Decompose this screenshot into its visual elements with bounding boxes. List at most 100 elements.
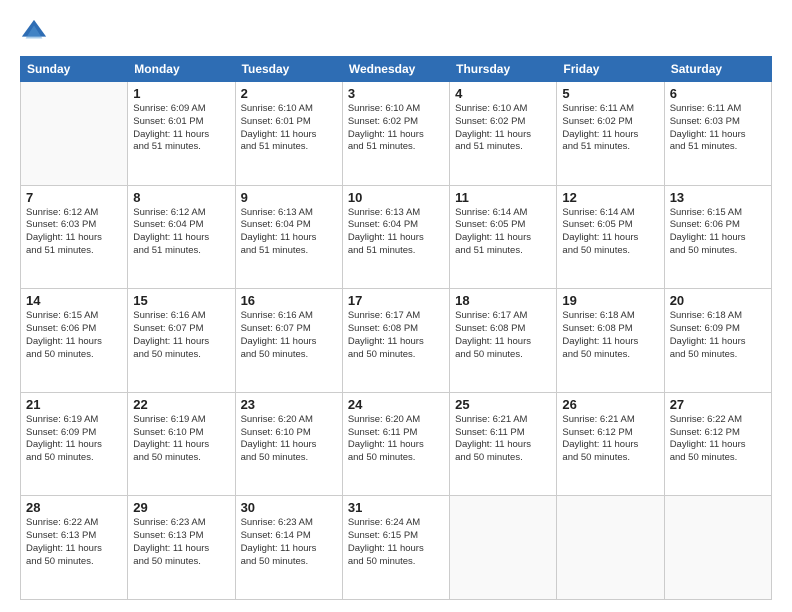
day-number: 2 [241, 86, 337, 101]
calendar-cell: 11 Sunrise: 6:14 AMSunset: 6:05 PMDayligh… [450, 185, 557, 289]
calendar-header-row: SundayMondayTuesdayWednesdayThursdayFrid… [21, 57, 772, 82]
cell-info: Sunrise: 6:22 AMSunset: 6:12 PMDaylight:… [670, 414, 766, 465]
cell-info: Sunrise: 6:19 AMSunset: 6:10 PMDaylight:… [133, 414, 229, 465]
day-number: 31 [348, 500, 444, 515]
calendar-cell: 5 Sunrise: 6:11 AMSunset: 6:02 PMDaylight… [557, 82, 664, 186]
day-number: 30 [241, 500, 337, 515]
cell-info: Sunrise: 6:11 AMSunset: 6:02 PMDaylight:… [562, 103, 658, 154]
calendar-cell [21, 82, 128, 186]
calendar-cell: 13Sunrise: 6:15 AMSunset: 6:06 PMDayligh… [664, 185, 771, 289]
calendar-cell: 10 Sunrise: 6:13 AMSunset: 6:04 PMDayligh… [342, 185, 449, 289]
calendar-cell: 22 Sunrise: 6:19 AMSunset: 6:10 PMDayligh… [128, 392, 235, 496]
day-number: 3 [348, 86, 444, 101]
day-number: 4 [455, 86, 551, 101]
calendar-cell: 18Sunrise: 6:17 AMSunset: 6:08 PMDayligh… [450, 289, 557, 393]
calendar-cell: 6 Sunrise: 6:11 AMSunset: 6:03 PMDaylight… [664, 82, 771, 186]
calendar-week-row: 1Sunrise: 6:09 AMSunset: 6:01 PMDaylight… [21, 82, 772, 186]
day-number: 13 [670, 190, 766, 205]
cell-info: Sunrise: 6:18 AMSunset: 6:09 PMDaylight:… [670, 310, 766, 361]
weekday-header: Sunday [21, 57, 128, 82]
day-number: 14 [26, 293, 122, 308]
cell-info: Sunrise: 6:09 AMSunset: 6:01 PMDaylight:… [133, 103, 229, 154]
day-number: 11 [455, 190, 551, 205]
calendar-cell: 31 Sunrise: 6:24 AMSunset: 6:15 PMDayligh… [342, 496, 449, 600]
calendar-cell [664, 496, 771, 600]
cell-info: Sunrise: 6:20 AMSunset: 6:10 PMDaylight:… [241, 414, 337, 465]
cell-info: Sunrise: 6:15 AMSunset: 6:06 PMDaylight:… [26, 310, 122, 361]
day-number: 20 [670, 293, 766, 308]
calendar-cell: 14 Sunrise: 6:15 AMSunset: 6:06 PMDayligh… [21, 289, 128, 393]
weekday-header: Saturday [664, 57, 771, 82]
cell-info: Sunrise: 6:12 AMSunset: 6:03 PMDaylight:… [26, 207, 122, 258]
calendar-cell: 23 Sunrise: 6:20 AMSunset: 6:10 PMDayligh… [235, 392, 342, 496]
day-number: 17 [348, 293, 444, 308]
day-number: 22 [133, 397, 229, 412]
day-number: 8 [133, 190, 229, 205]
page: SundayMondayTuesdayWednesdayThursdayFrid… [0, 0, 792, 612]
logo-icon [20, 18, 48, 46]
calendar-cell: 12 Sunrise: 6:14 AMSunset: 6:05 PMDayligh… [557, 185, 664, 289]
calendar-cell: 27Sunrise: 6:22 AMSunset: 6:12 PMDayligh… [664, 392, 771, 496]
cell-info: Sunrise: 6:17 AMSunset: 6:08 PMDaylight:… [348, 310, 444, 361]
day-number: 10 [348, 190, 444, 205]
calendar-cell: 26 Sunrise: 6:21 AMSunset: 6:12 PMDayligh… [557, 392, 664, 496]
cell-info: Sunrise: 6:23 AMSunset: 6:13 PMDaylight:… [133, 517, 229, 568]
day-number: 19 [562, 293, 658, 308]
cell-info: Sunrise: 6:21 AMSunset: 6:12 PMDaylight:… [562, 414, 658, 465]
calendar-cell: 8 Sunrise: 6:12 AMSunset: 6:04 PMDaylight… [128, 185, 235, 289]
calendar-cell [557, 496, 664, 600]
calendar-cell: 25 Sunrise: 6:21 AMSunset: 6:11 PMDayligh… [450, 392, 557, 496]
cell-info: Sunrise: 6:12 AMSunset: 6:04 PMDaylight:… [133, 207, 229, 258]
day-number: 21 [26, 397, 122, 412]
calendar-cell: 24Sunrise: 6:20 AMSunset: 6:11 PMDayligh… [342, 392, 449, 496]
day-number: 9 [241, 190, 337, 205]
cell-info: Sunrise: 6:13 AMSunset: 6:04 PMDaylight:… [241, 207, 337, 258]
calendar-week-row: 21 Sunrise: 6:19 AMSunset: 6:09 PMDayligh… [21, 392, 772, 496]
day-number: 6 [670, 86, 766, 101]
cell-info: Sunrise: 6:18 AMSunset: 6:08 PMDaylight:… [562, 310, 658, 361]
cell-info: Sunrise: 6:10 AMSunset: 6:01 PMDaylight:… [241, 103, 337, 154]
cell-info: Sunrise: 6:14 AMSunset: 6:05 PMDaylight:… [562, 207, 658, 258]
cell-info: Sunrise: 6:17 AMSunset: 6:08 PMDaylight:… [455, 310, 551, 361]
cell-info: Sunrise: 6:24 AMSunset: 6:15 PMDaylight:… [348, 517, 444, 568]
day-number: 25 [455, 397, 551, 412]
calendar-cell: 30 Sunrise: 6:23 AMSunset: 6:14 PMDayligh… [235, 496, 342, 600]
calendar-cell: 19 Sunrise: 6:18 AMSunset: 6:08 PMDayligh… [557, 289, 664, 393]
calendar-cell: 4 Sunrise: 6:10 AMSunset: 6:02 PMDaylight… [450, 82, 557, 186]
weekday-header: Wednesday [342, 57, 449, 82]
calendar-cell: 15Sunrise: 6:16 AMSunset: 6:07 PMDayligh… [128, 289, 235, 393]
day-number: 5 [562, 86, 658, 101]
cell-info: Sunrise: 6:14 AMSunset: 6:05 PMDaylight:… [455, 207, 551, 258]
calendar-cell: 21 Sunrise: 6:19 AMSunset: 6:09 PMDayligh… [21, 392, 128, 496]
cell-info: Sunrise: 6:13 AMSunset: 6:04 PMDaylight:… [348, 207, 444, 258]
calendar-cell: 3Sunrise: 6:10 AMSunset: 6:02 PMDaylight… [342, 82, 449, 186]
weekday-header: Tuesday [235, 57, 342, 82]
day-number: 15 [133, 293, 229, 308]
calendar-cell: 9 Sunrise: 6:13 AMSunset: 6:04 PMDaylight… [235, 185, 342, 289]
calendar-cell: 1Sunrise: 6:09 AMSunset: 6:01 PMDaylight… [128, 82, 235, 186]
calendar-cell: 17 Sunrise: 6:17 AMSunset: 6:08 PMDayligh… [342, 289, 449, 393]
calendar-cell: 7 Sunrise: 6:12 AMSunset: 6:03 PMDaylight… [21, 185, 128, 289]
cell-info: Sunrise: 6:20 AMSunset: 6:11 PMDaylight:… [348, 414, 444, 465]
day-number: 26 [562, 397, 658, 412]
cell-info: Sunrise: 6:19 AMSunset: 6:09 PMDaylight:… [26, 414, 122, 465]
calendar-cell: 2 Sunrise: 6:10 AMSunset: 6:01 PMDaylight… [235, 82, 342, 186]
calendar-week-row: 28Sunrise: 6:22 AMSunset: 6:13 PMDayligh… [21, 496, 772, 600]
day-number: 28 [26, 500, 122, 515]
calendar-cell: 29 Sunrise: 6:23 AMSunset: 6:13 PMDayligh… [128, 496, 235, 600]
day-number: 23 [241, 397, 337, 412]
calendar-week-row: 14 Sunrise: 6:15 AMSunset: 6:06 PMDayligh… [21, 289, 772, 393]
day-number: 29 [133, 500, 229, 515]
day-number: 12 [562, 190, 658, 205]
cell-info: Sunrise: 6:11 AMSunset: 6:03 PMDaylight:… [670, 103, 766, 154]
day-number: 7 [26, 190, 122, 205]
cell-info: Sunrise: 6:23 AMSunset: 6:14 PMDaylight:… [241, 517, 337, 568]
weekday-header: Monday [128, 57, 235, 82]
calendar-week-row: 7 Sunrise: 6:12 AMSunset: 6:03 PMDaylight… [21, 185, 772, 289]
calendar-cell [450, 496, 557, 600]
cell-info: Sunrise: 6:10 AMSunset: 6:02 PMDaylight:… [455, 103, 551, 154]
header [20, 18, 772, 46]
calendar-cell: 16Sunrise: 6:16 AMSunset: 6:07 PMDayligh… [235, 289, 342, 393]
cell-info: Sunrise: 6:21 AMSunset: 6:11 PMDaylight:… [455, 414, 551, 465]
weekday-header: Friday [557, 57, 664, 82]
